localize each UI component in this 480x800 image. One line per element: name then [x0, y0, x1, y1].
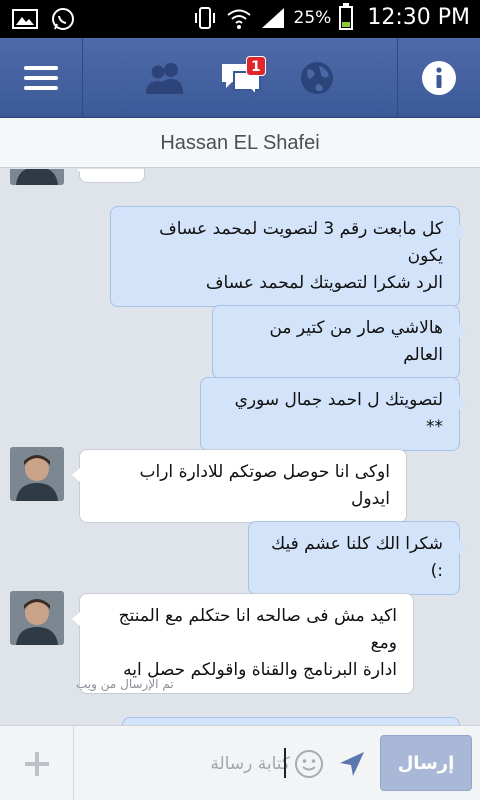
text-caret	[284, 748, 286, 778]
avatar[interactable]	[10, 447, 64, 501]
send-button[interactable]: إرسال	[380, 735, 472, 791]
wifi-icon	[226, 9, 251, 29]
location-icon[interactable]	[337, 749, 367, 779]
signal-icon	[261, 7, 284, 28]
friend-requests-icon	[146, 63, 183, 94]
battery-icon	[339, 2, 354, 30]
message-bubble-incoming[interactable]	[72, 169, 145, 183]
message-line: شكرا الك كلنا عشم فيك :)	[271, 534, 443, 581]
message-line: اكيد مش فى صالحه انا حتكلم مع المنتج ومع	[118, 606, 397, 653]
info-icon	[422, 61, 456, 95]
message-input[interactable]	[80, 744, 290, 784]
whatsapp-icon	[52, 8, 74, 30]
message-composer: إرسال	[0, 725, 480, 800]
add-icon	[24, 751, 49, 776]
gallery-icon	[12, 9, 38, 29]
conversation-title: Hassan EL Shafei	[160, 132, 320, 154]
message-thread[interactable]: كل مابعت رقم 3 لتصويت لمحمد عساف يكون ال…	[0, 169, 480, 725]
menu-icon	[24, 66, 58, 90]
vibrate-icon	[194, 6, 215, 29]
add-attachment-button[interactable]	[0, 726, 74, 800]
message-bubble-incoming[interactable]: اوكى انا حوصل صوتكم للادارة اراب ايدول	[72, 449, 407, 523]
avatar[interactable]	[10, 591, 64, 645]
message-bubble-outgoing[interactable]: لتصويتك ل احمد جمال سوري **	[200, 377, 467, 451]
message-line: هالاشي صار من كتير من العالم	[269, 318, 443, 365]
message-bubble-outgoing[interactable]: شكرا الك كلنا عشم فيك :)	[248, 521, 467, 595]
app-nav-bar: 1	[0, 38, 480, 118]
notifications-button[interactable]	[272, 38, 362, 118]
messages-badge: 1	[246, 56, 266, 76]
message-bubble-outgoing[interactable]: هالاشي صار من كتير من العالم	[212, 305, 467, 379]
menu-button[interactable]	[0, 38, 82, 118]
message-bubble-outgoing[interactable]	[122, 717, 460, 725]
message-line: اوكى انا حوصل صوتكم للادارة اراب ايدول	[139, 462, 391, 509]
clock: 12:30 PM	[367, 5, 470, 30]
message-bubble-outgoing[interactable]: كل مابعت رقم 3 لتصويت لمحمد عساف يكون ال…	[110, 206, 467, 307]
emoji-icon[interactable]	[294, 749, 324, 779]
notifications-globe-icon	[301, 62, 333, 94]
sent-from-web-note: تم الإرسال من ويب	[76, 677, 174, 691]
message-line: لتصويتك ل احمد جمال سوري **	[234, 390, 443, 437]
info-button[interactable]	[398, 38, 480, 118]
status-bar: 25% 12:30 PM	[0, 0, 480, 38]
message-line: الرد شكرا لتصويتك لمحمد عساف	[205, 273, 443, 293]
conversation-header: Hassan EL Shafei	[0, 118, 480, 168]
message-line: كل مابعت رقم 3 لتصويت لمحمد عساف يكون	[159, 219, 443, 266]
avatar[interactable]	[10, 169, 64, 185]
battery-percent: 25%	[293, 7, 332, 28]
